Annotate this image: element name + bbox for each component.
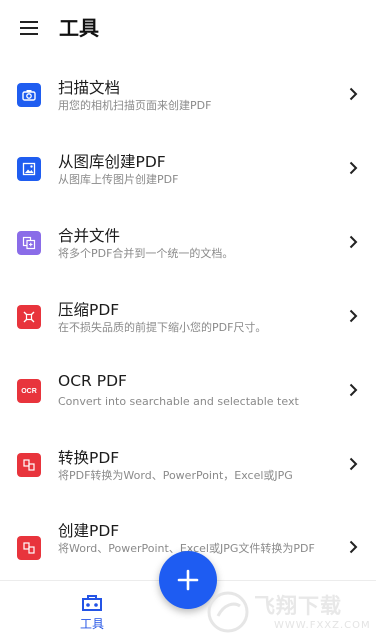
watermark-text: 飞翔下载 xyxy=(254,594,342,618)
tool-item-compress-pdf[interactable]: 压缩PDF 在不损失品质的前提下缩小您的PDF尺寸。 xyxy=(0,280,376,354)
tool-item-scan-document[interactable]: 扫描文档 用您的相机扫描页面来创建PDF xyxy=(0,58,376,132)
chevron-right-icon xyxy=(346,159,360,177)
image-icon xyxy=(17,157,41,181)
chevron-right-icon xyxy=(346,455,360,473)
camera-icon xyxy=(17,83,41,107)
plus-icon xyxy=(177,569,199,591)
merge-icon xyxy=(17,231,41,255)
app-bar: 工具 xyxy=(0,0,376,56)
tool-title: 合并文件 xyxy=(58,227,121,245)
watermark: 飞翔下载 WWW.FXXZ.COM xyxy=(202,582,376,642)
tab-tools[interactable]: 工具 xyxy=(62,589,122,637)
menu-button[interactable] xyxy=(12,12,48,44)
create-icon xyxy=(17,536,41,560)
chevron-right-icon xyxy=(346,538,360,556)
toolbox-icon xyxy=(82,595,102,611)
tool-subtitle: 从图库上传图片创建PDF xyxy=(58,173,179,186)
tool-subtitle: 将PDF转换为Word、PowerPoint，Excel或JPG xyxy=(58,469,293,482)
tool-title: 创建PDF xyxy=(58,522,120,540)
tool-item-convert-pdf[interactable]: 转换PDF 将PDF转换为Word、PowerPoint，Excel或JPG xyxy=(0,428,376,502)
tool-title: 转换PDF xyxy=(58,449,120,467)
tool-subtitle: Convert into searchable and selectable t… xyxy=(58,395,299,408)
tool-title: OCR PDF xyxy=(58,372,127,390)
tool-title: 从图库创建PDF xyxy=(58,153,166,171)
chevron-right-icon xyxy=(346,85,360,103)
chevron-right-icon xyxy=(346,233,360,251)
chevron-right-icon xyxy=(346,307,360,325)
tool-subtitle: 在不损失品质的前提下缩小您的PDF尺寸。 xyxy=(58,321,267,334)
watermark-logo-icon xyxy=(207,591,249,633)
watermark-url: WWW.FXXZ.COM xyxy=(274,620,371,631)
tool-item-create-from-gallery[interactable]: 从图库创建PDF 从图库上传图片创建PDF xyxy=(0,132,376,206)
tool-subtitle: 用您的相机扫描页面来创建PDF xyxy=(58,99,212,112)
ocr-icon-text: OCR xyxy=(21,387,37,395)
page-title: 工具 xyxy=(59,16,99,40)
convert-icon xyxy=(17,453,41,477)
hamburger-menu-icon xyxy=(20,21,38,35)
tool-title: 扫描文档 xyxy=(58,79,121,97)
compress-icon xyxy=(17,305,41,329)
tool-subtitle: 将多个PDF合并到一个统一的文档。 xyxy=(58,247,234,260)
tab-tools-label: 工具 xyxy=(79,617,104,631)
tool-item-ocr-pdf[interactable]: OCR OCR PDF Convert into searchable and … xyxy=(0,354,376,428)
tool-item-merge-files[interactable]: 合并文件 将多个PDF合并到一个统一的文档。 xyxy=(0,206,376,280)
chevron-right-icon xyxy=(346,381,360,399)
ocr-icon: OCR xyxy=(17,379,41,403)
tool-title: 压缩PDF xyxy=(58,301,120,319)
